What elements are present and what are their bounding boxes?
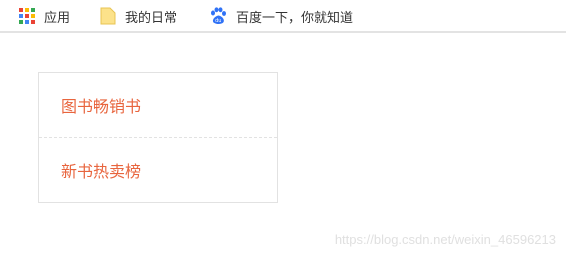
bookmarks-bar: 应用 我的日常 du 百度一下，你就知道: [0, 0, 566, 33]
bookmark-baidu-label: 百度一下，你就知道: [236, 10, 354, 26]
menu-item-new-books[interactable]: 新书热卖榜: [39, 137, 277, 202]
bookmark-daily-folder[interactable]: 我的日常: [100, 5, 177, 27]
bookmark-daily-label: 我的日常: [125, 10, 178, 26]
menu-item-label: 新书热卖榜: [61, 162, 142, 181]
bookmark-apps-label: 应用: [44, 10, 71, 26]
baidu-paw-icon: du: [211, 7, 226, 24]
menu-item-label: 图书畅销书: [61, 97, 142, 116]
apps-grid-icon: [19, 8, 35, 24]
folder-icon: [100, 7, 116, 25]
menu-item-bestsellers[interactable]: 图书畅销书: [39, 73, 277, 137]
bookmark-apps[interactable]: 应用: [19, 5, 70, 27]
book-ranking-menu: 图书畅销书 新书热卖榜: [38, 72, 278, 203]
bookmark-baidu[interactable]: du 百度一下，你就知道: [209, 5, 353, 27]
svg-text:du: du: [215, 18, 221, 24]
watermark: https://blog.csdn.net/weixin_46596213: [334, 232, 556, 247]
